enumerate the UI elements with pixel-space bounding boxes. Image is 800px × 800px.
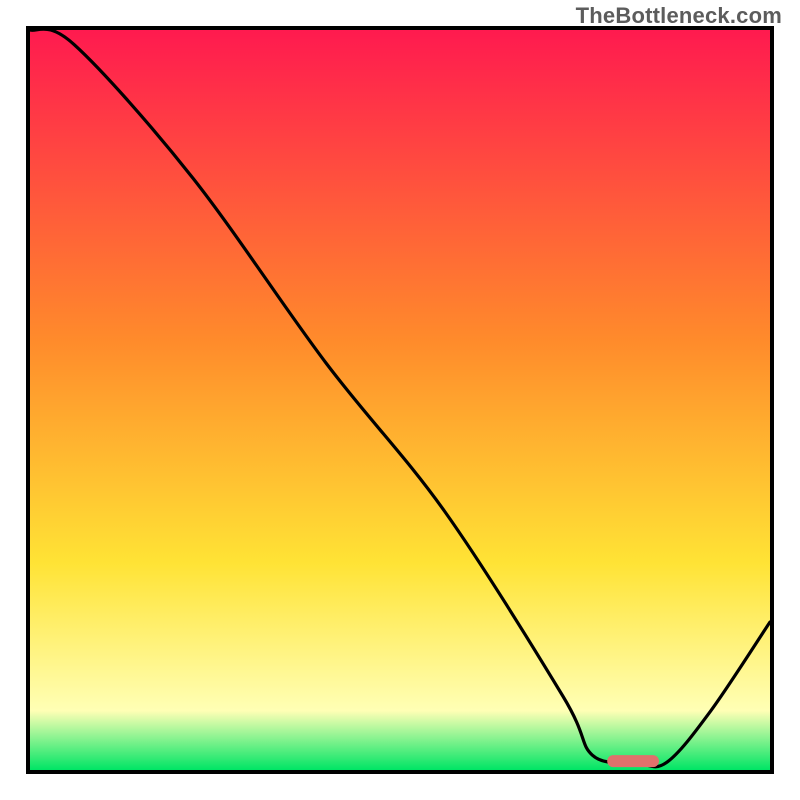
plot-frame	[26, 26, 774, 774]
watermark-text: TheBottleneck.com	[576, 3, 782, 29]
optimal-range-marker	[607, 755, 659, 767]
chart-stage: TheBottleneck.com	[0, 0, 800, 800]
marker-layer	[30, 30, 770, 770]
